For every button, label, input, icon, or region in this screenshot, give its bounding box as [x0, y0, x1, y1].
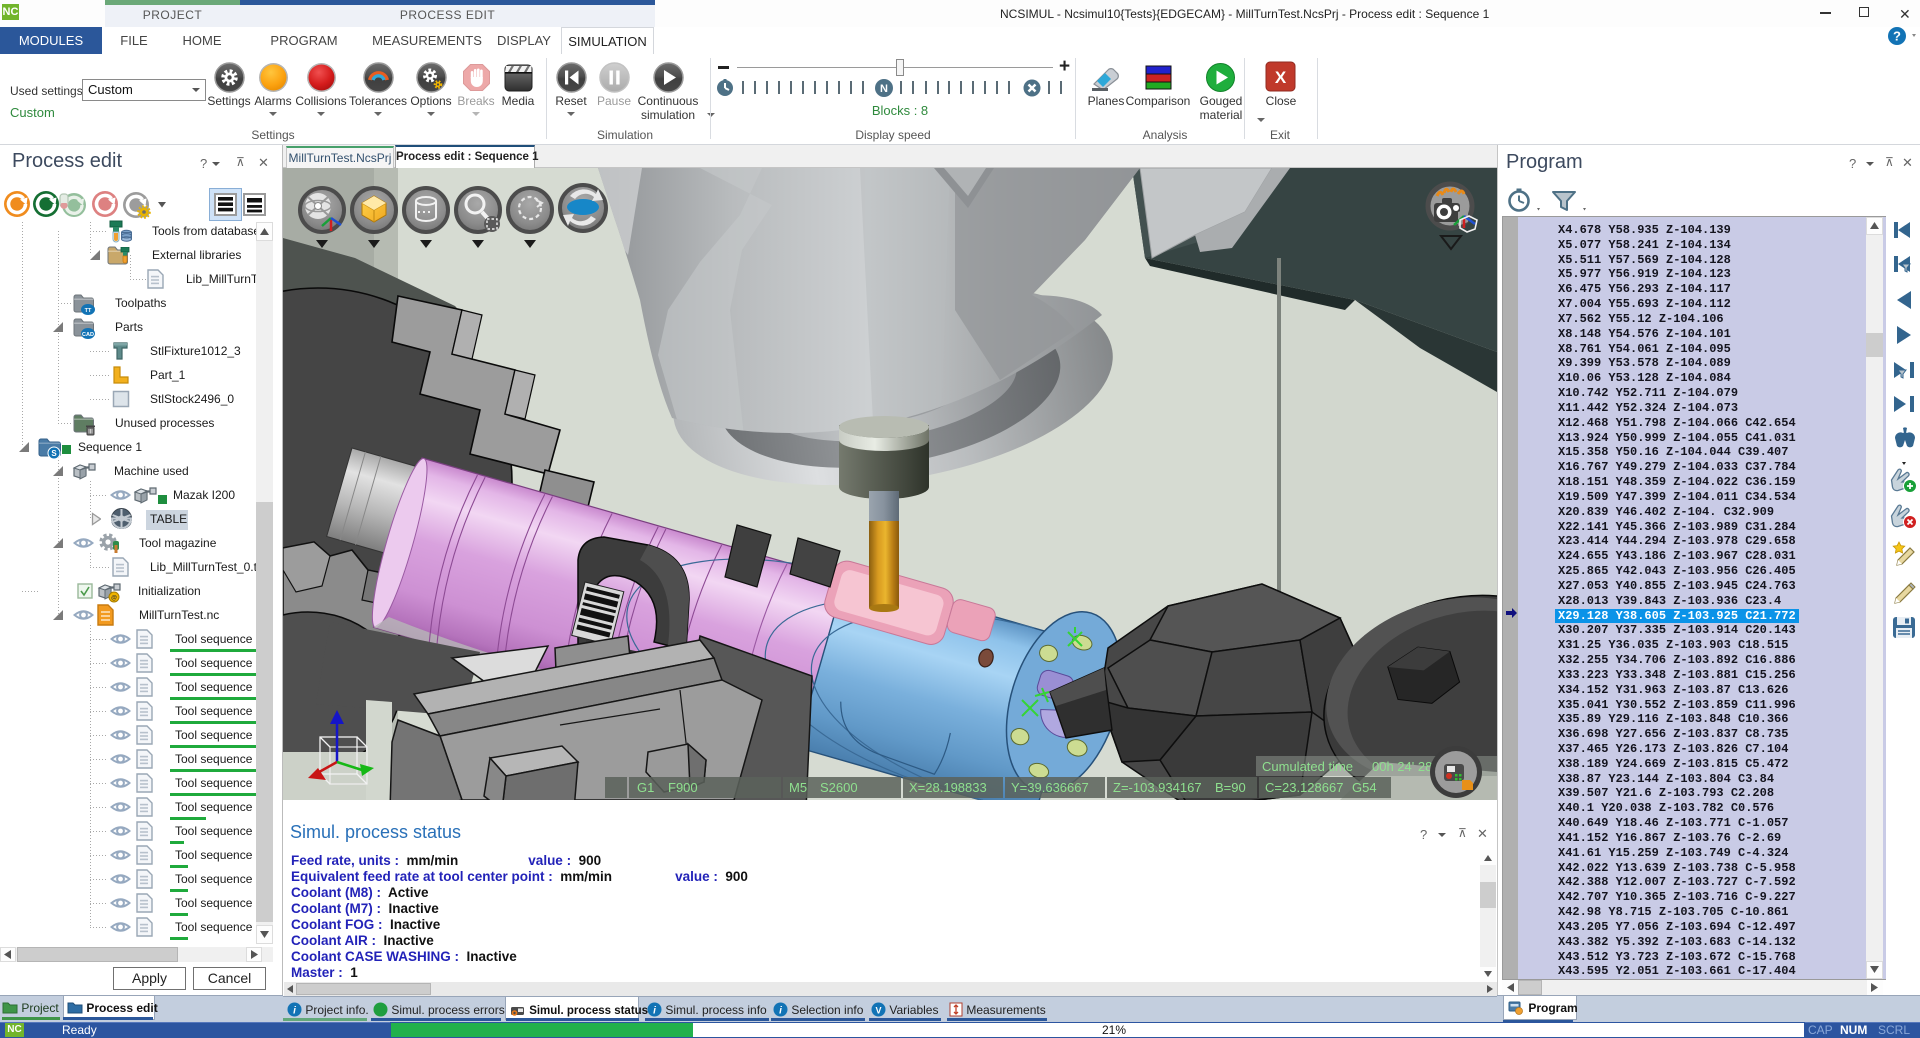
svg-text:i: i — [779, 1006, 782, 1017]
svg-text:i: i — [653, 1006, 656, 1017]
svg-text:i: i — [293, 1006, 296, 1017]
svg-text:V: V — [875, 1006, 881, 1016]
